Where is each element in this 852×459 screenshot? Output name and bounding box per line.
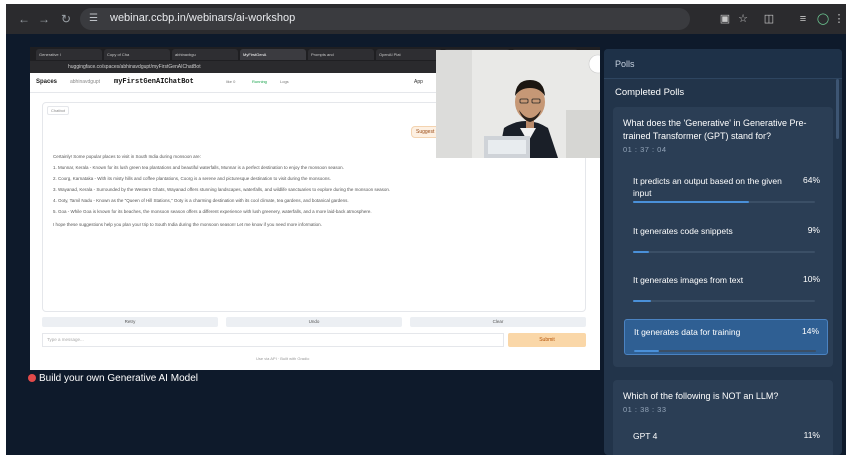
inner-tab: abhinavbgu (172, 49, 238, 60)
poll-progress-track (633, 201, 815, 203)
assistant-message: Certainly! Some popular places to visit … (53, 151, 553, 230)
extensions-icon[interactable]: ◫ (762, 11, 776, 27)
assistant-line: I hope these suggestions help you plan y… (53, 222, 322, 227)
poll-card: What does the 'Generative' in Generative… (613, 107, 833, 367)
poll-option: It generates code snippets 9% (624, 219, 828, 255)
webinar-title: Build your own Generative AI Model (28, 373, 198, 384)
completed-polls-label: Completed Polls (615, 87, 685, 98)
poll-option-label: It generates code snippets (633, 226, 733, 236)
inner-tab: OpenAI Plat (376, 49, 442, 60)
poll-progress-track (633, 300, 815, 302)
poll-card: Which of the following is NOT an LLM? 01… (613, 380, 833, 455)
poll-progress-fill (633, 300, 652, 302)
live-indicator-icon (28, 374, 36, 382)
reload-icon[interactable]: ↻ (58, 11, 74, 27)
polls-title: Polls (615, 59, 635, 69)
message-input: Type a message... (42, 333, 504, 347)
poll-option-percent: 9% (807, 225, 820, 235)
inner-url-text: huggingface.co/spaces/abhinavdgupt/myFir… (68, 64, 201, 70)
hf-status-chip: Running (252, 79, 267, 84)
hf-like-chip: like 0 (226, 79, 236, 84)
poll-progress-track (633, 251, 815, 253)
submit-button: Submit (508, 333, 586, 347)
install-icon[interactable]: ▣ (718, 11, 732, 27)
poll-option: It predicts an output based on the given… (624, 169, 828, 205)
inner-tab: Generative I (36, 49, 102, 60)
poll-question: Which of the following is NOT an LLM? (623, 391, 779, 401)
poll-question: What does the 'Generative' in Generative… (623, 118, 807, 141)
poll-progress-fill (633, 251, 650, 253)
forward-icon[interactable]: → (36, 11, 52, 27)
poll-option-label: It generates data for training (634, 327, 741, 337)
poll-option-label: GPT 4 (633, 431, 658, 441)
poll-timestamp: 01 : 37 : 04 (623, 145, 667, 154)
undo-button: Undo (226, 317, 402, 327)
retry-button: Retry (42, 317, 218, 327)
browser-toolbar: ← → ↻ ☰ webinar.ccbp.in/webinars/ai-work… (6, 4, 846, 34)
app-frame: ← → ↻ ☰ webinar.ccbp.in/webinars/ai-work… (6, 4, 846, 455)
poll-option-label: It generates images from text (633, 275, 744, 285)
assistant-line: 5. Goa - While Goa is known for its beac… (53, 209, 372, 214)
inner-tab: Prompts and (308, 49, 374, 60)
hf-owner: abhinavdgupt (70, 79, 101, 85)
tab-search-icon[interactable]: ≡ (796, 11, 810, 27)
assistant-line: 4. Ooty, Tamil Nadu - Known as the "Quee… (53, 198, 349, 203)
presenter-image (436, 50, 600, 158)
poll-progress-fill (634, 350, 660, 352)
hf-logs-chip: Logs (280, 79, 289, 84)
url-text: webinar.ccbp.in/webinars/ai-workshop (110, 12, 296, 24)
polls-scrollbar[interactable] (836, 79, 839, 139)
profile-icon[interactable]: ◯ (816, 11, 830, 27)
poll-progress-track (634, 350, 816, 352)
presenter-video (436, 50, 600, 158)
back-icon[interactable]: ← (16, 11, 32, 27)
poll-option-label: It predicts an output based on the given… (633, 176, 782, 198)
inner-tab: MyFirstGenA (240, 49, 306, 60)
polls-panel: Polls Completed Polls What does the 'Gen… (604, 49, 842, 455)
hf-app-tab: App (414, 79, 423, 85)
star-icon[interactable]: ☆ (736, 11, 750, 27)
site-settings-icon[interactable]: ☰ (89, 13, 101, 25)
shared-screen: Generative I Copy of Cha abhinavbgu MyFirst… (30, 47, 600, 370)
chatbot-label: Chatbot (47, 106, 70, 115)
poll-option-percent: 14% (801, 326, 819, 336)
polls-header: Polls (604, 49, 842, 79)
assistant-line: 1. Munnar, Kerala - Known for its lush g… (53, 165, 344, 170)
clear-button: Clear (410, 317, 586, 327)
poll-option-percent: 11% (803, 430, 820, 440)
poll-option-percent: 64% (802, 175, 820, 185)
poll-option-percent: 10% (802, 274, 820, 284)
hf-spaces-label: Spaces (36, 79, 58, 85)
poll-option: It generates images from text 10% (624, 268, 828, 304)
menu-icon[interactable]: ⋮ (832, 11, 846, 27)
poll-option: It generates data for training 14% (624, 319, 828, 355)
assistant-line: 2. Coorg, Karnataka - With its misty hil… (53, 176, 331, 181)
inner-tab: Copy of Cha (104, 49, 170, 60)
address-bar[interactable]: ☰ webinar.ccbp.in/webinars/ai-workshop (80, 8, 690, 30)
chat-action-row: Retry Undo Clear (42, 317, 586, 327)
hf-footer: Use via API · Built with Gradio (256, 356, 310, 361)
poll-progress-fill (633, 201, 750, 203)
assistant-line: 3. Wayanad, Kerala - Surrounded by the W… (53, 187, 391, 192)
poll-option: GPT 4 11% (624, 424, 828, 455)
poll-timestamp: 01 : 38 : 33 (623, 405, 667, 414)
hf-space-name: myFirstGenAIChatBot (114, 78, 194, 86)
webinar-title-text: Build your own Generative AI Model (39, 373, 198, 384)
